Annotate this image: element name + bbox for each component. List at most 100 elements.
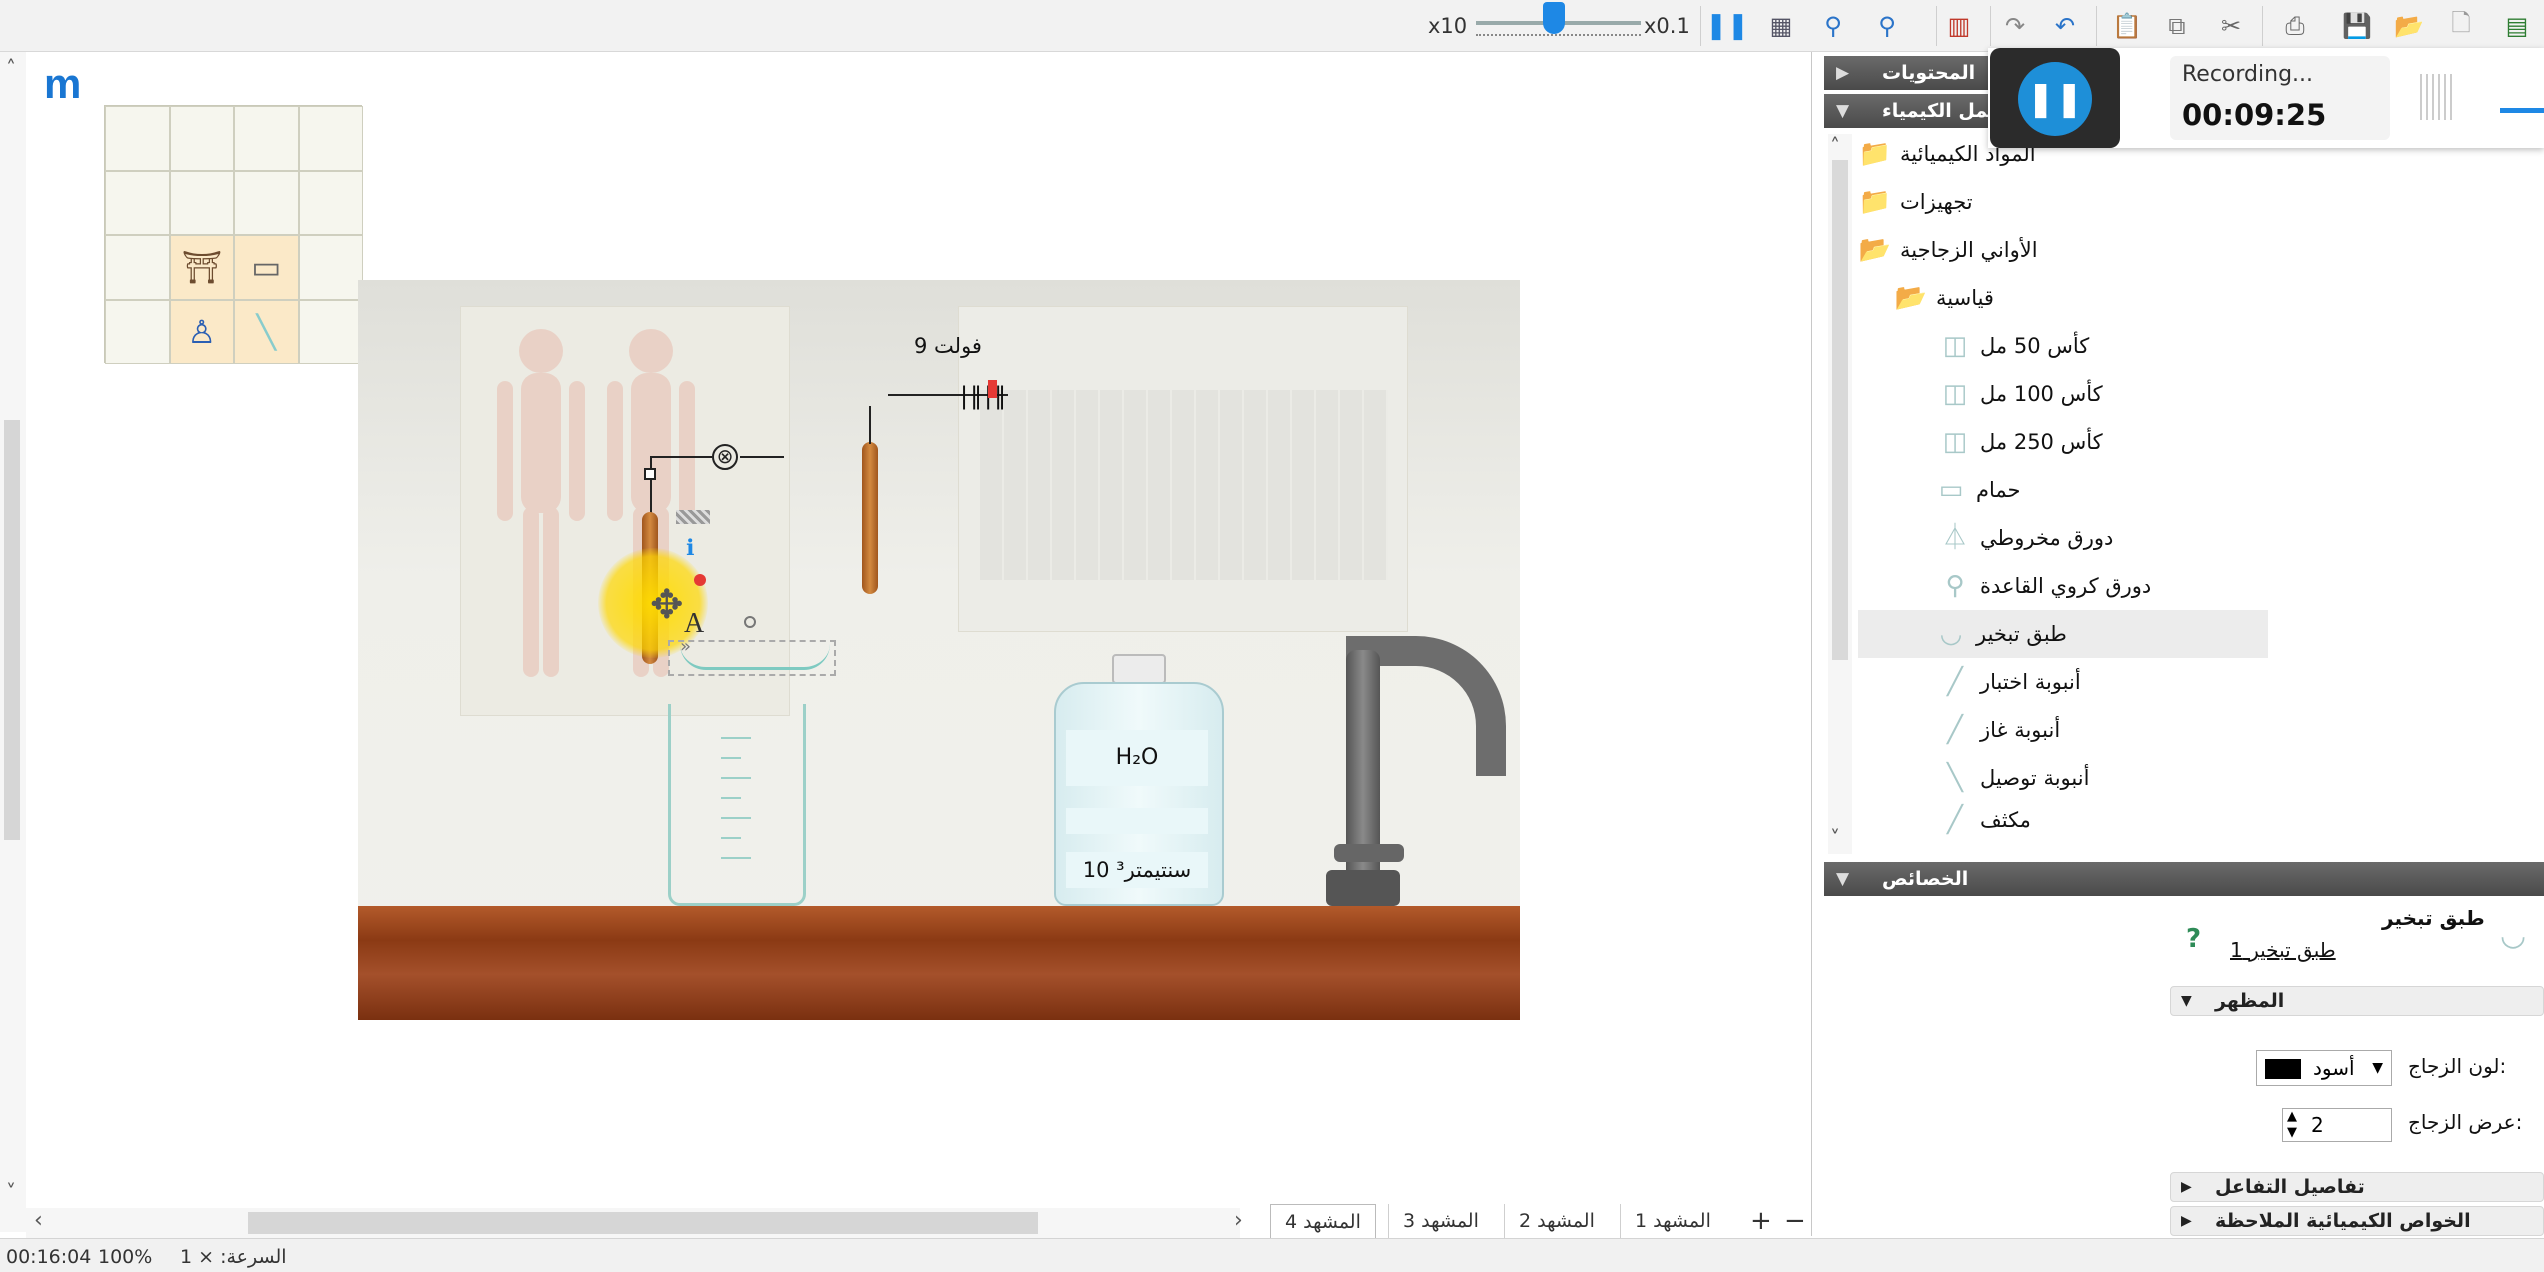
collapse-right-icon: ▶: [2181, 1213, 2192, 1229]
wire[interactable]: [869, 406, 871, 444]
folder-open-icon: 📂: [1858, 235, 1892, 265]
red-dot-icon[interactable]: [694, 574, 706, 586]
add-scene-button[interactable]: +: [1750, 1206, 1772, 1236]
status-speed: السرعة: × 1: [180, 1246, 287, 1268]
chevron-down-icon: ▼: [2372, 1060, 2383, 1076]
heater-icon[interactable]: ▭: [234, 235, 299, 300]
object-link[interactable]: طبق تبخير 1: [2230, 938, 2336, 962]
palette-cell[interactable]: [298, 106, 363, 171]
undo-icon[interactable]: ↶: [2048, 9, 2082, 43]
zoom-in-icon[interactable]: ⚲: [1816, 9, 1850, 43]
grid-view-icon[interactable]: ▦: [1764, 9, 1798, 43]
tree-scrollbar-thumb[interactable]: [1832, 160, 1848, 660]
scroll-right-icon[interactable]: ›: [1234, 1208, 1243, 1233]
appearance-section[interactable]: ▼ المظهر: [2170, 986, 2544, 1016]
remove-scene-button[interactable]: −: [1784, 1206, 1806, 1236]
glass-rod-icon[interactable]: ╲: [234, 299, 299, 364]
tree-item-test-tube[interactable]: ╱ أنبوبة اختبار: [1858, 658, 2278, 706]
glass-width-stepper[interactable]: ▲ ▼ 2: [2282, 1108, 2392, 1142]
bottle-cap: [1112, 654, 1166, 684]
tree-item-glassware[interactable]: 📂 الأواني الزجاجية: [1858, 226, 2278, 274]
help-icon[interactable]: ?: [2186, 924, 2201, 954]
tab-scene-4[interactable]: المشهد 4: [1270, 1204, 1376, 1238]
speed-slider-thumb[interactable]: [1543, 2, 1565, 34]
open-folder-icon[interactable]: 📂: [2392, 9, 2426, 43]
toolbar-separator: [1990, 6, 1991, 46]
new-file-icon[interactable]: 🗋: [2444, 9, 2478, 43]
tree-item-conical-flask[interactable]: ⏃ دورق مخروطي: [1858, 514, 2278, 562]
palette-cell[interactable]: [169, 170, 234, 235]
beaker[interactable]: [668, 704, 806, 906]
battery-icon[interactable]: |‖|‖: [960, 382, 1008, 410]
palette-cell[interactable]: [234, 170, 299, 235]
scroll-left-icon[interactable]: ‹: [34, 1208, 43, 1233]
tree-item-round-flask[interactable]: ⚲ دورق كروي القاعدة: [1858, 562, 2278, 610]
palette-cell[interactable]: [234, 106, 299, 171]
scroll-down-icon[interactable]: ˅: [6, 1180, 16, 1204]
library-icon[interactable]: ▤: [2500, 9, 2534, 43]
tree-item-evaporating-dish[interactable]: ◡ طبق تبخير: [1858, 610, 2268, 658]
tab-scene-3[interactable]: المشهد 3: [1388, 1204, 1493, 1238]
tab-scene-2[interactable]: المشهد 2: [1504, 1204, 1609, 1238]
cut-icon[interactable]: ✂: [2214, 9, 2248, 43]
wire[interactable]: [740, 456, 784, 458]
scroll-down-icon[interactable]: ˅: [1830, 826, 1840, 850]
evaporating-dish[interactable]: [680, 644, 830, 670]
vertical-scrollbar-thumb[interactable]: [4, 420, 20, 840]
print-icon[interactable]: ⎙: [2278, 9, 2312, 43]
palette-cell[interactable]: [105, 235, 170, 300]
palette-cell[interactable]: [105, 299, 170, 364]
drag-handle[interactable]: [676, 510, 710, 524]
tree-item-condenser[interactable]: ╱ مكثف: [1858, 802, 2278, 838]
tree-item-bath[interactable]: ▭ حمام: [1858, 466, 2278, 514]
properties-header[interactable]: ▼ الخصائص: [1824, 862, 2544, 896]
tree-item-delivery-tube[interactable]: ╲ أنبوبة توصيل: [1858, 754, 2278, 802]
equipment-tree: 📁 المواد الكيميائية 📁 تجهيزات 📂 الأواني الز…: [1858, 130, 2278, 838]
reaction-details-section[interactable]: ▶ تفاصيل التفاعل: [2170, 1172, 2544, 1202]
save-icon[interactable]: 💾: [2340, 9, 2374, 43]
chemical-properties-section[interactable]: ▶ الخواص الكيميائية الملاحظة: [2170, 1206, 2544, 1236]
palette-cell[interactable]: [105, 170, 170, 235]
tripod-stand-icon[interactable]: ⛩: [169, 235, 234, 300]
drag-grip-icon[interactable]: [2420, 74, 2454, 120]
palette-cell[interactable]: [298, 299, 363, 364]
palette-cell[interactable]: [105, 106, 170, 171]
tab-scene-1[interactable]: المشهد 1: [1620, 1204, 1725, 1238]
zoom-out-icon[interactable]: ⚲: [1870, 9, 1904, 43]
tree-item-equipment[interactable]: 📁 تجهيزات: [1858, 178, 2278, 226]
glass-color-dropdown[interactable]: أسود ▼: [2256, 1050, 2392, 1086]
tree-item-beaker-100[interactable]: ◫ كأس 100 مل: [1858, 370, 2278, 418]
palette-cell[interactable]: [169, 106, 234, 171]
electrode-right[interactable]: [862, 442, 878, 594]
status-bar: [0, 1238, 2544, 1272]
tree-item-gas-tube[interactable]: ╱ أنبوبة غاز: [1858, 706, 2278, 754]
water-tap[interactable]: [1346, 650, 1380, 900]
evaporating-dish-icon: ◡: [1939, 619, 1963, 649]
scroll-up-icon[interactable]: ˄: [6, 56, 16, 80]
copy-icon[interactable]: ⧉: [2160, 9, 2194, 43]
stepper-arrows-icon[interactable]: ▲ ▼: [2287, 1109, 2297, 1141]
wire[interactable]: [650, 456, 712, 458]
tree-item-standard[interactable]: 📂 قياسية: [1858, 274, 2278, 322]
redo-icon[interactable]: ↷: [1998, 9, 2032, 43]
tree-item-beaker-250[interactable]: ◫ كأس 250 مل: [1858, 418, 2278, 466]
palette-cell[interactable]: [298, 170, 363, 235]
pause-recording-button[interactable]: ❚❚: [2018, 62, 2092, 136]
pause-icon[interactable]: ❚❚: [1705, 9, 1749, 43]
speed-slider-ticks: [1476, 34, 1641, 42]
paste-icon[interactable]: 📋: [2110, 9, 2144, 43]
palette-cell[interactable]: [298, 235, 363, 300]
selection-handle[interactable]: [644, 468, 656, 480]
scroll-up-icon[interactable]: ˄: [1830, 134, 1840, 158]
bunsen-burner-icon[interactable]: ♙: [169, 299, 234, 364]
info-icon[interactable]: ℹ: [686, 536, 694, 561]
chart-icon[interactable]: ▥: [1942, 9, 1976, 43]
water-tap-handle[interactable]: [1334, 844, 1404, 862]
bulb-icon[interactable]: ⊗: [712, 444, 738, 470]
rotate-handle[interactable]: [744, 616, 756, 628]
horizontal-scrollbar-thumb[interactable]: [248, 1212, 1038, 1234]
wire[interactable]: [650, 456, 652, 516]
tree-item-beaker-50[interactable]: ◫ كأس 50 مل: [1858, 322, 2278, 370]
water-tap-base: [1326, 870, 1400, 906]
bath-icon: ▭: [1938, 475, 1964, 505]
